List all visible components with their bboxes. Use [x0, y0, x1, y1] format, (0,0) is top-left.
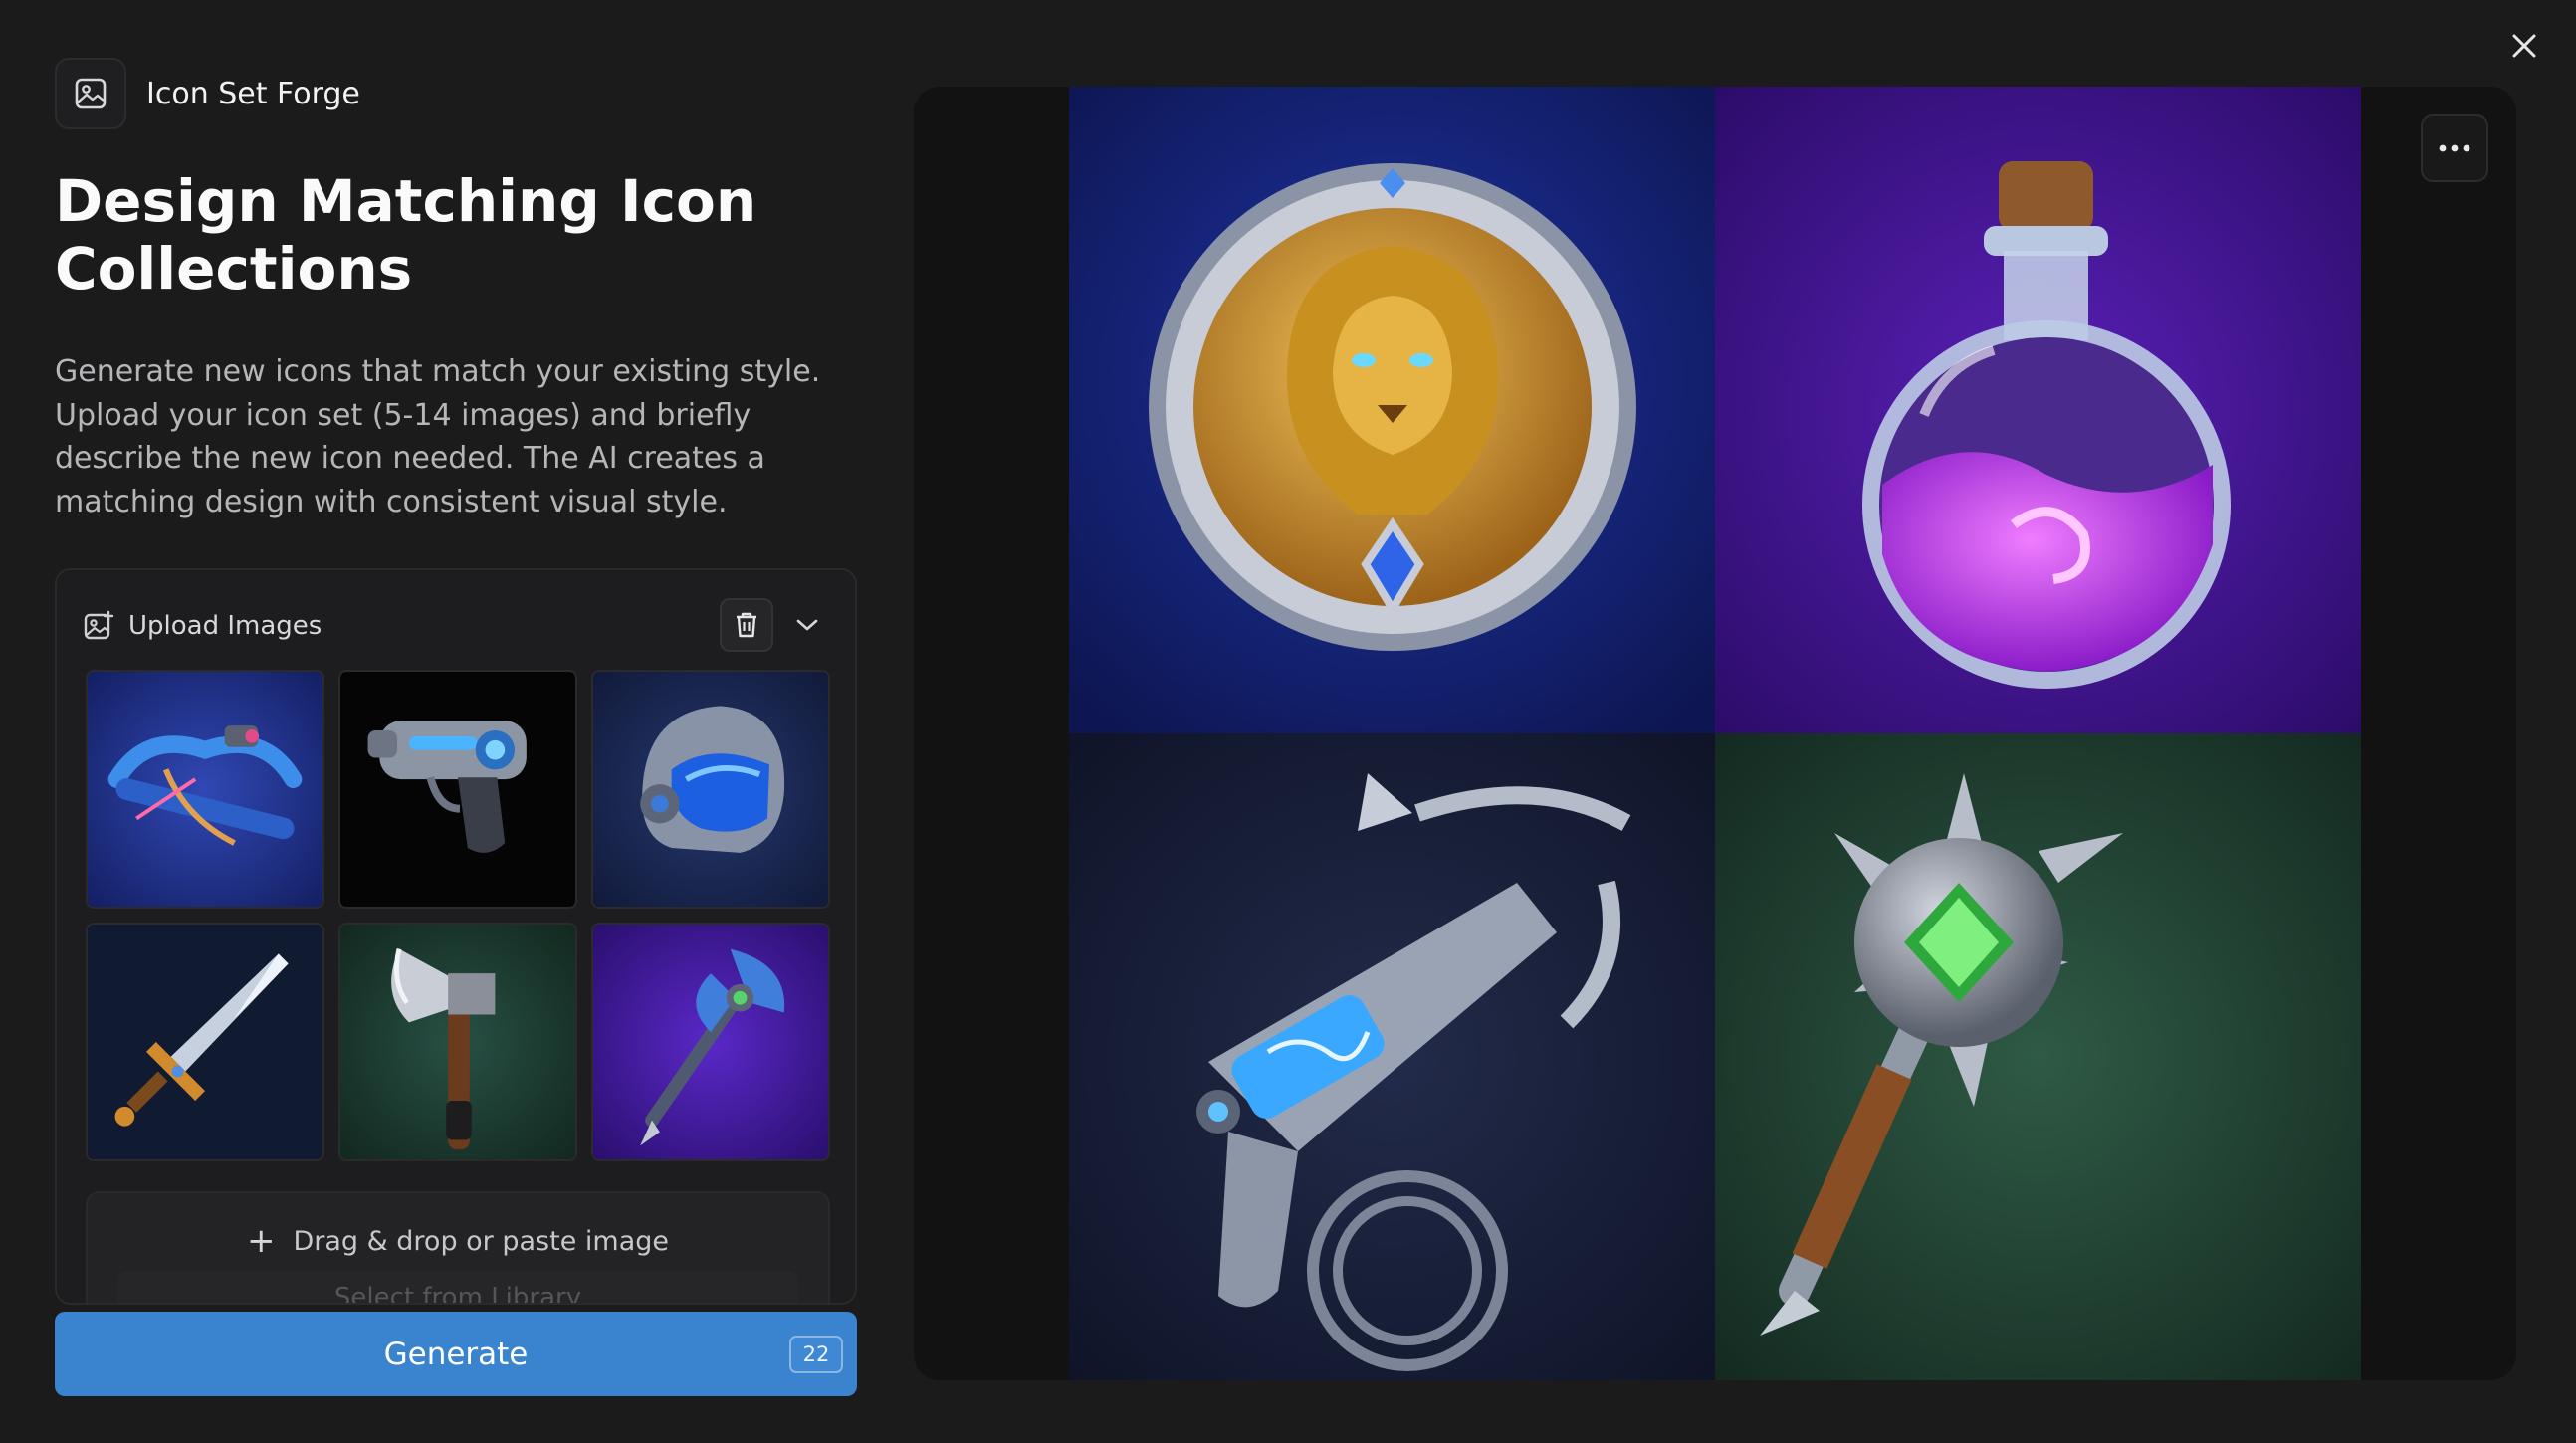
image-plus-icon: [84, 610, 114, 640]
generated-image-lion-shield[interactable]: [1069, 87, 1715, 733]
generate-button[interactable]: Generate 22: [55, 1312, 857, 1396]
uploaded-image-crossbow[interactable]: [86, 670, 324, 909]
upload-panel: Upload Images + Drag & drop or paste ima…: [55, 568, 857, 1305]
chevron-down-icon: [796, 619, 818, 631]
collapse-button[interactable]: [785, 598, 829, 652]
uploaded-image-axe[interactable]: [338, 923, 577, 1161]
dropzone-text: Drag & drop or paste image: [293, 1225, 669, 1257]
select-from-library-button[interactable]: Select from Library: [117, 1271, 798, 1305]
app-name: Icon Set Forge: [146, 76, 360, 111]
uploaded-images: [86, 670, 830, 1161]
uploaded-image-space-helmet[interactable]: [591, 670, 830, 909]
uploaded-image-sword[interactable]: [86, 923, 324, 1161]
close-button[interactable]: [2500, 22, 2548, 70]
image-icon: [55, 58, 126, 129]
clear-images-button[interactable]: [720, 598, 773, 652]
more-options-button[interactable]: [2421, 114, 2488, 182]
upload-label: Upload Images: [128, 611, 322, 641]
uploaded-image-laser-pistol[interactable]: [338, 670, 577, 909]
dropzone[interactable]: + Drag & drop or paste image Select from…: [86, 1191, 830, 1305]
page-description: Generate new icons that match your exist…: [55, 354, 821, 519]
generate-label: Generate: [383, 1336, 529, 1372]
library-text: Select from Library: [333, 1283, 582, 1305]
app-header: Icon Set Forge: [55, 58, 856, 129]
preview-panel: [914, 87, 2516, 1380]
close-icon: [2512, 34, 2536, 58]
generated-image-grappling-gun[interactable]: [1069, 733, 1715, 1380]
page-title: Design Matching Icon Collections: [55, 167, 757, 303]
more-horizontal-icon: [2439, 144, 2470, 152]
uploaded-image-battle-axe-staff[interactable]: [591, 923, 830, 1161]
generated-image-grid: [1069, 87, 2361, 1380]
credits-badge: 22: [789, 1336, 843, 1373]
plus-icon: +: [246, 1221, 276, 1261]
trash-icon: [737, 612, 756, 638]
generated-image-potion[interactable]: [1715, 87, 2361, 733]
generated-image-mace[interactable]: [1715, 733, 2361, 1380]
upload-header[interactable]: Upload Images: [83, 598, 829, 654]
